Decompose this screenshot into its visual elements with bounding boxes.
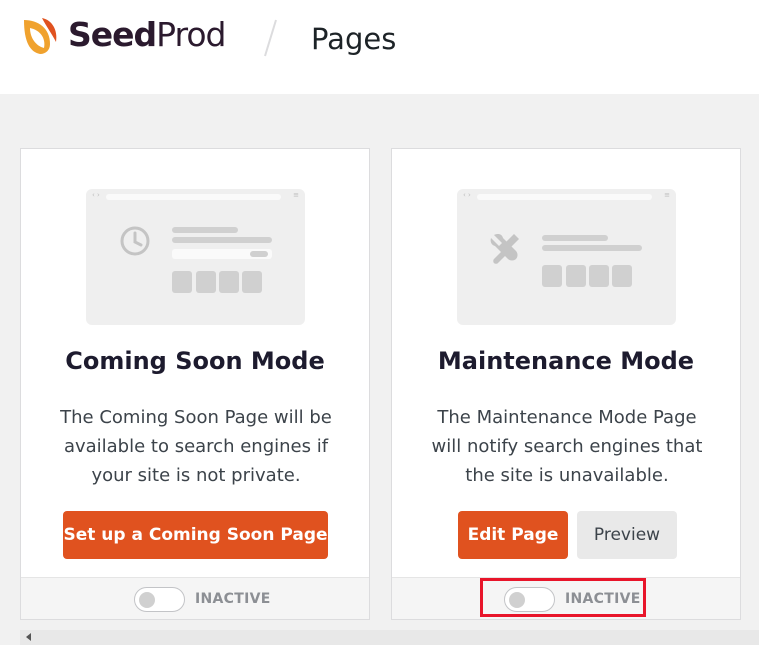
maintenance-card: ‹ › ≡ Maintenance Mode The Maintenance M… [391, 148, 741, 620]
card-description: The Coming Soon Page will be available t… [60, 407, 332, 486]
top-bar: SeedProd Pages [0, 0, 759, 94]
coming-soon-illustration: ‹ › ≡ [86, 189, 305, 325]
seedprod-logo [24, 18, 57, 54]
horizontal-scrollbar[interactable] [20, 630, 759, 645]
status-label: INACTIVE [195, 591, 271, 607]
coming-soon-card: ‹ › ≡ Coming Soon Mode The Coming Soon P… [20, 148, 370, 620]
brand-name: SeedProd [68, 15, 226, 54]
wrench-icon [490, 234, 519, 264]
scroll-left-icon[interactable] [26, 633, 31, 641]
highlight-box [480, 578, 646, 617]
maintenance-illustration: ‹ › ≡ [457, 189, 676, 325]
page-title: Pages [311, 22, 397, 56]
card-title: Coming Soon Mode [65, 347, 325, 375]
coming-soon-toggle[interactable] [134, 587, 185, 612]
preview-button[interactable]: Preview [577, 511, 677, 559]
edit-page-button[interactable]: Edit Page [458, 511, 568, 559]
card-footer: INACTIVE [21, 577, 369, 619]
card-description: The Maintenance Mode Page will notify se… [431, 407, 703, 486]
card-title: Maintenance Mode [437, 347, 695, 375]
breadcrumb-separator [264, 19, 277, 57]
setup-coming-soon-button[interactable]: Set up a Coming Soon Page [63, 511, 328, 559]
clock-icon [120, 226, 150, 256]
